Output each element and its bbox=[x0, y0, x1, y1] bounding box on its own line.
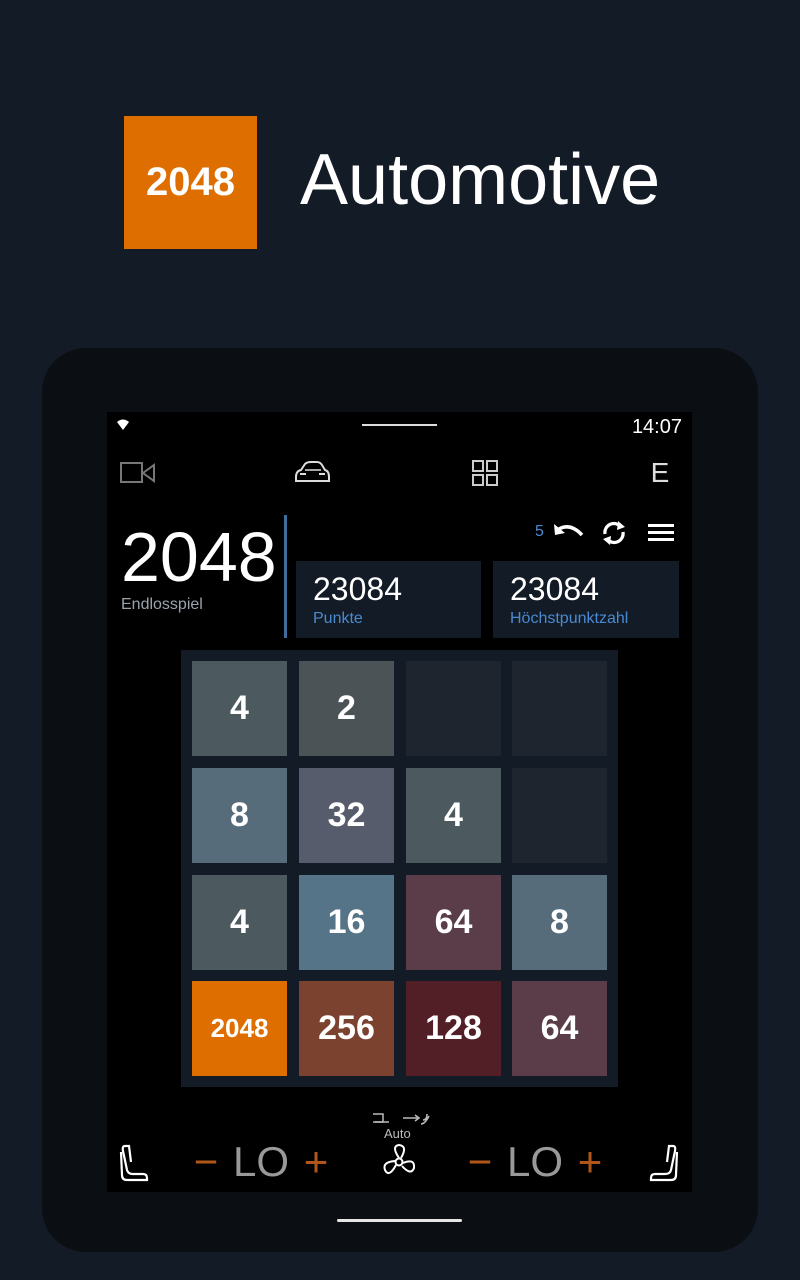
tile-empty bbox=[406, 661, 501, 756]
temp-right-value: LO bbox=[507, 1138, 564, 1185]
seat-heat-left-icon[interactable] bbox=[119, 1142, 149, 1182]
climate-bar: − LO + Auto − LO + bbox=[107, 1102, 692, 1192]
temp-left-plus[interactable]: + bbox=[301, 1138, 331, 1186]
car-icon[interactable] bbox=[289, 452, 335, 494]
tile-256: 256 bbox=[299, 981, 394, 1076]
tile-32: 32 bbox=[299, 768, 394, 863]
app-title: Automotive bbox=[300, 140, 661, 220]
wifi-icon bbox=[117, 419, 129, 430]
fan-icon[interactable] bbox=[381, 1142, 417, 1182]
auto-label: Auto bbox=[384, 1126, 411, 1141]
undo-icon[interactable] bbox=[551, 516, 587, 550]
score-label: Punkte bbox=[313, 610, 363, 627]
car-screen: 14:07 E 2048 Endlosspiel 5 23084 Punkte … bbox=[107, 412, 692, 1192]
score-box: 23084 Punkte bbox=[296, 561, 481, 638]
apps-grid-icon[interactable] bbox=[469, 452, 501, 494]
tile-128: 128 bbox=[406, 981, 501, 1076]
tile-4: 4 bbox=[192, 661, 287, 756]
menu-icon[interactable] bbox=[645, 516, 677, 550]
tile-64: 64 bbox=[406, 875, 501, 970]
best-score-box: 23084 Höchstpunktzahl bbox=[493, 561, 679, 638]
nav-e-button[interactable]: E bbox=[645, 452, 675, 494]
home-indicator bbox=[337, 1219, 462, 1222]
seat-heat-right-icon[interactable] bbox=[649, 1142, 679, 1182]
divider bbox=[284, 515, 287, 638]
pull-handle[interactable] bbox=[362, 424, 437, 426]
app-logo: 2048 bbox=[124, 116, 257, 249]
temp-right-minus[interactable]: − bbox=[465, 1138, 495, 1186]
tile-empty bbox=[512, 661, 607, 756]
temp-left: − LO + bbox=[191, 1138, 331, 1186]
best-score-value: 23084 bbox=[510, 571, 599, 607]
clock: 14:07 bbox=[631, 416, 682, 438]
tile-empty bbox=[512, 768, 607, 863]
game-mode: Endlosspiel bbox=[121, 596, 203, 613]
undo-count: 5 bbox=[535, 523, 544, 540]
temp-right: − LO + bbox=[465, 1138, 605, 1186]
tile-16: 16 bbox=[299, 875, 394, 970]
temp-left-minus[interactable]: − bbox=[191, 1138, 221, 1186]
tile-8: 8 bbox=[512, 875, 607, 970]
game-title: 2048 bbox=[121, 518, 277, 596]
refresh-icon[interactable] bbox=[597, 516, 631, 550]
tile-4: 4 bbox=[406, 768, 501, 863]
tile-4: 4 bbox=[192, 875, 287, 970]
tile-8: 8 bbox=[192, 768, 287, 863]
temp-right-plus[interactable]: + bbox=[575, 1138, 605, 1186]
tile-2: 2 bbox=[299, 661, 394, 756]
camera-icon[interactable] bbox=[117, 452, 159, 494]
tile-64: 64 bbox=[512, 981, 607, 1076]
score-value: 23084 bbox=[313, 571, 402, 607]
top-nav: E bbox=[107, 452, 692, 494]
best-score-label: Höchstpunktzahl bbox=[510, 610, 629, 627]
tile-2048: 2048 bbox=[192, 981, 287, 1076]
temp-left-value: LO bbox=[233, 1138, 290, 1185]
game-board[interactable]: 4 2 8 32 4 4 16 64 8 2048 256 128 64 bbox=[181, 650, 618, 1087]
status-bar: 14:07 bbox=[107, 412, 692, 442]
